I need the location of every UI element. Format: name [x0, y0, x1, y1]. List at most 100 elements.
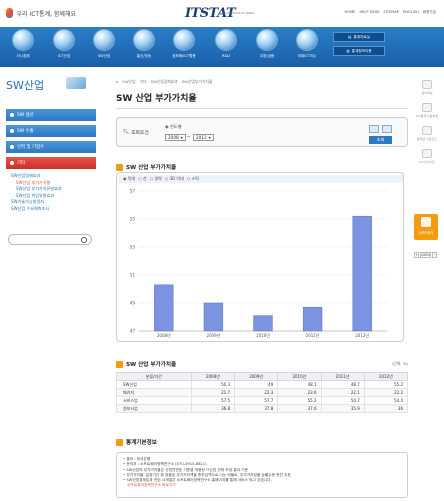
column-header: 2011년	[320, 372, 365, 381]
y-tick-label: 51	[130, 273, 136, 278]
util-home-link[interactable]: HOME	[345, 10, 356, 15]
chart-option-area[interactable]: ○ 영역	[150, 176, 162, 182]
guide-icon	[422, 103, 432, 112]
info-section-title: 통계기본정보	[116, 438, 157, 446]
tagline-logo[interactable]: 우리 ICT통계, 함께해요	[6, 7, 76, 19]
bar	[154, 284, 174, 332]
table-section-title: SW 산업 부가가치율	[116, 360, 408, 368]
breadcrumb: ⌂ SW산업 기타 SW산업경제효과 SW산업부가가치율	[116, 79, 408, 85]
util-english-link[interactable]: ENGLISH	[403, 10, 419, 15]
rail-howto[interactable]: ICT통계 이용방법	[414, 103, 440, 123]
table-cell: 21.7	[190, 388, 236, 397]
nav-item-ict-industry[interactable]: ICT산업	[47, 30, 81, 59]
sidebar-item-etc[interactable]: 기타	[6, 157, 96, 169]
chart-option-bar[interactable]: ◉ 막대	[123, 176, 135, 182]
condition-label: 🔍︎ 조회조건	[123, 130, 149, 136]
network-icon	[174, 30, 194, 50]
x-tick-label: 2010년	[256, 332, 270, 338]
nav-item-macro[interactable]: 거시경제	[6, 30, 40, 59]
info-link[interactable]: 소프트웨어정책연구소 바로가기	[123, 483, 401, 488]
breadcrumb-item[interactable]: 기타	[140, 79, 147, 85]
end-year-select[interactable]: 2012 ▾	[193, 134, 214, 141]
globe-icon	[297, 30, 317, 50]
table-cell: 35.9	[320, 404, 365, 413]
breadcrumb-item[interactable]: SW산업경제효과	[151, 79, 178, 85]
table-row: 서비스업 57.5 57.7 55.2 54.7 54.4	[116, 396, 409, 405]
x-tick-label: 2009년	[206, 332, 220, 338]
zoom-out-button[interactable]: −	[432, 252, 437, 258]
table-cell: 55.2	[363, 380, 409, 389]
column-header: 2012년	[363, 372, 409, 381]
data-table: 분류/기간 2008년 2009년 2010년 2011년 2012년 SW산업…	[116, 372, 409, 413]
breadcrumb-item[interactable]: SW산업	[122, 79, 135, 85]
chart-option-3d[interactable]: ○ 3D 막대	[165, 176, 184, 182]
nav-item-postal[interactable]: 우편/금융	[250, 30, 284, 59]
util-sitemap-link[interactable]: SITEMAP	[383, 10, 399, 15]
rail-download[interactable]: 통계표 다운로드	[414, 126, 440, 146]
zoom-in-button[interactable]: +	[414, 252, 419, 258]
year-range-separator: ~	[187, 134, 191, 139]
chart-section-title: SW 산업 부가가치율	[116, 163, 408, 171]
y-tick-label: 57	[130, 189, 136, 194]
chart-panel: ◉ 막대 ○ 선 ○ 영역 ○ 3D 막대 ○ 스탁 47 49 51 53 55 57 2…	[116, 172, 404, 342]
chart-section-icon	[116, 163, 123, 171]
rail-insight[interactable]: ICT인사이트	[414, 149, 440, 169]
sidebar-item-sw-export[interactable]: SW 수출	[6, 125, 96, 137]
breadcrumb-item[interactable]: SW산업부가가치율	[182, 79, 213, 85]
period-type-radio[interactable]: ◉ 연도별	[165, 124, 182, 130]
insight-icon	[422, 149, 432, 158]
query-condition-panel: 🔍︎ 조회조건 ◉ 연도별 2008 ▾ ~ 2012 ▾ 조회	[116, 117, 408, 147]
home-icon[interactable]: ⌂	[116, 79, 118, 85]
table-row: 패키지 21.7 22.3 23.6 22.1 22.2	[116, 388, 409, 397]
nav-item-informatization[interactable]: 정보화/ICT활용	[167, 30, 201, 59]
start-year-select[interactable]: 2008 ▾	[165, 134, 186, 141]
table-cell: 49	[234, 380, 279, 389]
radio-selected-icon: ◉	[165, 124, 169, 129]
chart-option-line[interactable]: ○ 선	[138, 176, 146, 182]
download-icon	[422, 126, 432, 135]
sidebar-item-workforce[interactable]: 인력 및 기업수	[6, 141, 96, 153]
nav-item-telecom[interactable]: 통신/방송	[127, 30, 161, 59]
table-header-bar: SW 산업 부가가치율 (단위: %)	[116, 360, 408, 368]
chart-type-options: ◉ 막대 ○ 선 ○ 영역 ○ 3D 막대 ○ 스탁	[119, 175, 403, 183]
service-inquiry-button[interactable]: 서비스문의	[414, 214, 438, 240]
table-cell: 정보사업	[116, 404, 192, 413]
info-icon: ▥	[346, 49, 350, 53]
search-button[interactable]: 조회	[369, 136, 392, 144]
page-title: SW 산업 부가가치율	[116, 94, 197, 104]
stats-usage-button[interactable]: ▥ 통계정보이용	[333, 46, 385, 56]
top-bar: 우리 ICT통계, 함께해요 ITSTAT IT STATISTICS OF K…	[0, 0, 444, 27]
table-cell: 50.3	[190, 380, 236, 389]
nav-item-intl-index[interactable]: 국제ICT지수	[290, 30, 324, 59]
research-icon	[216, 30, 236, 50]
print-icon[interactable]	[369, 125, 379, 133]
bullet-icon	[10, 129, 14, 133]
submenu-demand-forecast[interactable]: SW산업 수요예측조사	[11, 206, 96, 213]
brand-subtitle: IT STATISTICS OF KOREA	[223, 12, 255, 15]
x-tick-label: 2011년	[306, 332, 320, 338]
chart-option-stock[interactable]: ○ 스탁	[187, 176, 199, 182]
sidebar-item-sw-production[interactable]: SW 생산	[6, 109, 96, 121]
stats-archive-button[interactable]: ▤ 통계자료실	[333, 32, 385, 42]
glossary-icon	[422, 80, 432, 89]
table-cell: 36.8	[190, 404, 236, 413]
disc-icon	[94, 30, 114, 50]
tagline-text: 우리 ICT통계, 함께해요	[16, 10, 76, 18]
util-signup-link[interactable]: 회원가입	[423, 10, 436, 15]
nav-item-sw-industry[interactable]: SW산업	[87, 30, 121, 59]
right-rail: 용어해설 ICT통계 이용방법 통계표 다운로드 ICT인사이트	[414, 80, 440, 172]
postal-icon	[257, 30, 277, 50]
download-icon[interactable]	[382, 125, 392, 133]
sidebar-search-input[interactable]	[8, 234, 92, 245]
nav-item-rnd[interactable]: R&D	[209, 30, 243, 58]
table-cell: 22.3	[234, 388, 279, 397]
rail-glossary[interactable]: 용어해설	[414, 80, 440, 100]
table-cell: 36	[363, 404, 409, 413]
table-row: 정보사업 36.8 37.8 37.6 35.9 36	[116, 404, 409, 413]
util-helpdesk-link[interactable]: HELP DESK	[359, 10, 379, 15]
search-icon[interactable]	[81, 237, 87, 243]
monitor-icon	[54, 30, 74, 50]
table-cell: 55.2	[277, 396, 322, 405]
column-header: 2010년	[277, 372, 322, 381]
chevron-down-icon: ▾	[180, 135, 183, 140]
